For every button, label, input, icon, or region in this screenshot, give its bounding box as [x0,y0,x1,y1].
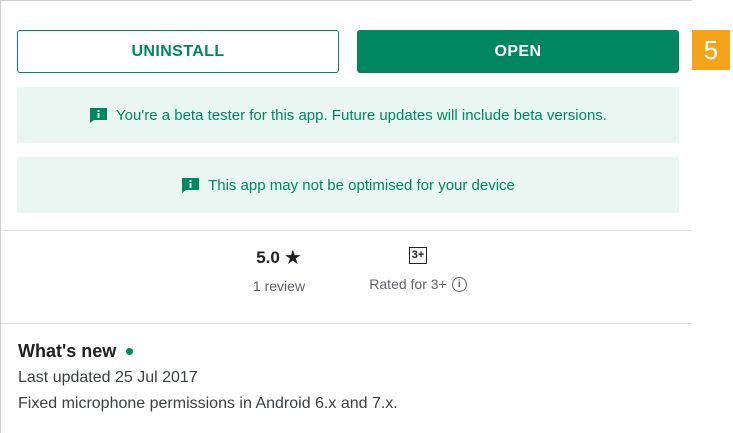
section-divider [1,230,692,231]
rating-number: 5.0 [256,248,280,267]
beta-notice-text: You're a beta tester for this app. Futur… [116,106,607,124]
new-indicator-dot [126,348,134,355]
section-divider [1,323,692,324]
rating-value: 5.0 ★ [256,248,302,268]
beta-tester-notice: You're a beta tester for this app. Futur… [17,87,679,143]
whats-new-heading: What's new [18,341,134,362]
info-message-icon [90,107,108,123]
review-count: 1 review [252,278,306,294]
whats-new-title: What's new [18,341,117,361]
last-updated-text: Last updated 25 Jul 2017 [18,369,198,386]
age-rating-badge: 3+ [408,247,428,264]
rated-for-label: Rated for 3+ [369,276,447,292]
step-number-badge: 5 [692,30,730,70]
content-rating-stat: 3+ Rated for 3+ i [348,245,488,292]
device-compatibility-notice: This app may not be optimised for your d… [17,157,679,213]
star-icon: ★ [283,247,302,269]
uninstall-button[interactable]: UNINSTALL [17,30,339,73]
info-circle-icon[interactable]: i [451,276,467,292]
info-message-icon [182,177,200,193]
device-notice-text: This app may not be optimised for your d… [208,176,515,194]
open-button[interactable]: OPEN [357,30,679,73]
rating-stat[interactable]: 5.0 ★ 1 review [230,248,328,294]
release-notes-text: Fixed microphone permissions in Android … [18,395,398,412]
